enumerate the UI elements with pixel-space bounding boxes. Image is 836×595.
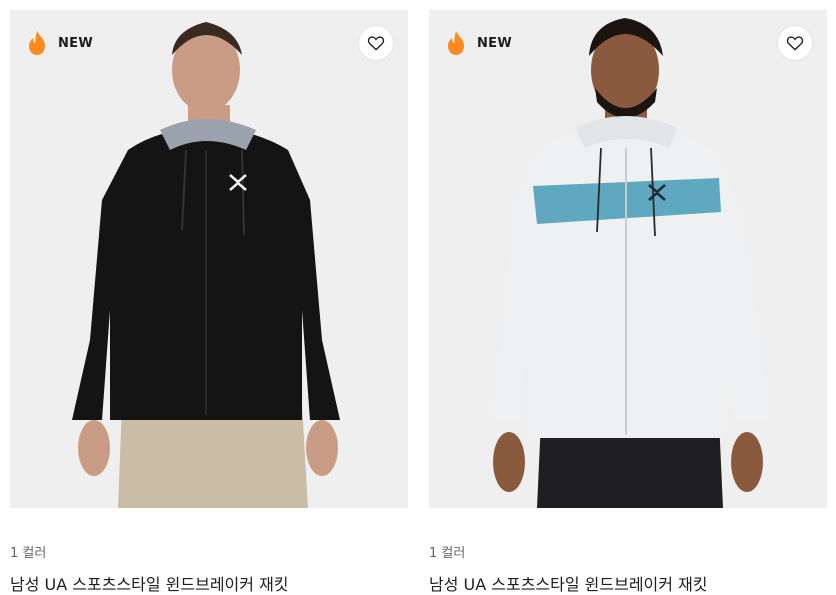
product-image[interactable]: NEW: [429, 10, 827, 508]
favorite-button[interactable]: [778, 26, 812, 60]
new-badge: NEW: [445, 30, 512, 56]
favorite-button[interactable]: [359, 26, 393, 60]
product-name[interactable]: 남성 UA 스포츠스타일 윈드브레이커 재킷: [429, 571, 827, 595]
heart-outline-icon: [786, 36, 804, 51]
color-count: 1 컬러: [429, 546, 466, 561]
flame-icon: [29, 31, 45, 55]
badge-label: NEW: [477, 35, 512, 51]
product-card[interactable]: NEW 1 컬러 남성 UA 스포츠스타일 윈드브레이커 재킷: [429, 10, 827, 595]
color-count: 1 컬러: [10, 546, 47, 561]
product-name[interactable]: 남성 UA 스포츠스타일 윈드브레이커 재킷: [10, 571, 408, 595]
product-image[interactable]: NEW: [10, 10, 408, 508]
product-card[interactable]: NEW 1 컬러 남성 UA 스포츠스타일 윈드브레이커 재킷: [10, 10, 408, 595]
badge-label: NEW: [58, 35, 93, 51]
flame-icon: [448, 31, 464, 55]
new-badge: NEW: [26, 30, 93, 56]
heart-outline-icon: [367, 36, 385, 51]
model-photo-white-jacket: [491, 18, 767, 508]
model-photo-black-jacket: [72, 22, 340, 508]
